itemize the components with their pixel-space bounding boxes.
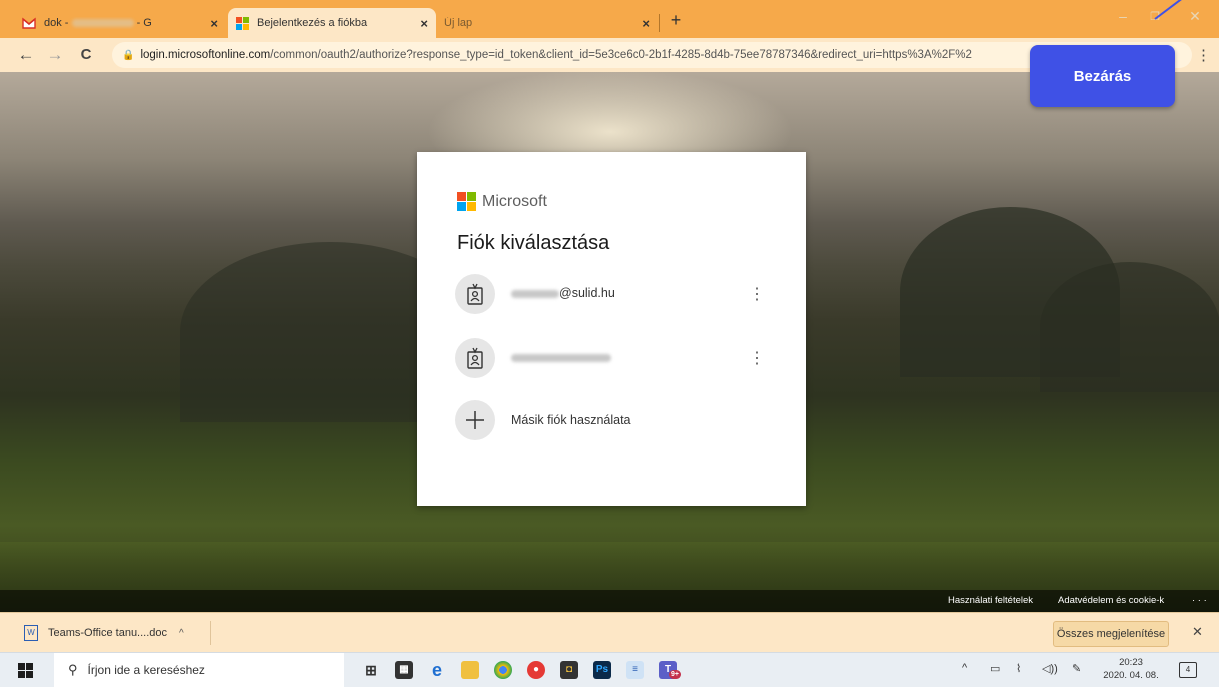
hill-right — [1040, 262, 1219, 392]
show-all-button[interactable]: Összes megjelenítése — [1053, 621, 1169, 647]
tab-divider — [659, 14, 660, 32]
tray-chevron-icon[interactable]: ^ — [962, 662, 967, 674]
task-view-icon[interactable]: ⊞ — [362, 661, 380, 679]
tab-title: Új lap — [444, 17, 473, 29]
store-icon[interactable]: ▦ — [395, 661, 413, 679]
brand-name: Microsoft — [482, 192, 547, 210]
plus-icon — [455, 400, 495, 440]
network-icon[interactable]: ⌇ — [1016, 662, 1021, 675]
badge-person-icon — [455, 274, 495, 314]
pen-icon[interactable]: ✎ — [1072, 662, 1081, 675]
app-icon[interactable]: ◘ — [560, 661, 578, 679]
account-option[interactable]: ⋮ — [455, 338, 775, 384]
minimize-button[interactable]: – — [1108, 8, 1138, 24]
browser-tab-bar: dok - - G × Bejelentkezés a fiókba × Új … — [0, 0, 1219, 38]
download-item[interactable]: W Teams-Office tanu....doc ^ — [10, 621, 211, 645]
microsoft-icon — [236, 16, 249, 30]
notification-icon[interactable]: 4 — [1179, 662, 1197, 678]
chevron-up-icon[interactable]: ^ — [179, 628, 184, 639]
dialog-title: Fiók kiválasztása — [457, 232, 610, 254]
download-bar-close-button[interactable]: ✕ — [1192, 624, 1203, 640]
edge-icon[interactable]: e — [428, 661, 446, 679]
teams-icon[interactable]: T 9+ — [659, 661, 681, 679]
tab-microsoft-login[interactable]: Bejelentkezés a fiókba × — [228, 8, 436, 38]
tab-gmail[interactable]: dok - - G × — [14, 8, 226, 38]
screen-recorder-icon[interactable]: ● — [527, 661, 545, 679]
new-tab-button[interactable]: + — [666, 10, 686, 31]
tab-new[interactable]: Új lap × — [436, 8, 658, 38]
back-button[interactable]: ← — [16, 45, 36, 65]
clock-date: 2020. 04. 08. — [1103, 670, 1159, 681]
page-footer: Használati feltételek Adatvédelem és coo… — [0, 590, 1219, 612]
account-email — [511, 350, 611, 364]
windows-start-icon[interactable] — [18, 663, 34, 679]
search-placeholder: Írjon ide a kereséshez — [87, 663, 205, 677]
browser-menu-button[interactable]: ⋮ — [1196, 46, 1211, 64]
more-options-button[interactable]: · · · — [1192, 595, 1207, 606]
lock-icon: 🔒 — [122, 49, 135, 61]
account-email: @sulid.hu — [511, 286, 615, 300]
badge-person-icon — [455, 338, 495, 378]
reload-button[interactable]: C — [76, 46, 96, 63]
url-domain: login.microsoftonline.com — [140, 49, 271, 61]
close-hint-callout: Bezárás — [1030, 45, 1175, 107]
blurred-email — [71, 19, 134, 28]
gmail-icon — [22, 17, 36, 29]
tab-close-button[interactable]: × — [642, 16, 650, 31]
account-options-button[interactable]: ⋮ — [749, 348, 765, 368]
url-path: /common/oauth2/authorize?response_type=i… — [270, 49, 972, 61]
privacy-link[interactable]: Adatvédelem és cookie-k — [1058, 595, 1164, 606]
download-filename: Teams-Office tanu....doc — [48, 627, 168, 639]
account-option[interactable]: @sulid.hu ⋮ — [455, 274, 775, 320]
blurred-username — [511, 289, 559, 298]
taskbar-clock[interactable]: 20:23 2020. 04. 08. — [1102, 656, 1160, 682]
window-close-button[interactable]: ✕ — [1180, 8, 1210, 25]
chrome-icon[interactable] — [494, 661, 512, 679]
taskbar-search[interactable]: ⚲ Írjon ide a kereséshez — [54, 653, 344, 687]
tab-close-button[interactable]: × — [210, 16, 218, 31]
account-picker-dialog: Microsoft Fiók kiválasztása @sulid.hu ⋮ … — [417, 152, 806, 506]
teams-badge: 9+ — [669, 670, 681, 679]
document-icon: W — [24, 625, 38, 641]
windows-taskbar: ⚲ Írjon ide a kereséshez ⊞ ▦ e ● ◘ Ps ≡ … — [0, 652, 1219, 687]
tab-title: dok - - G — [44, 17, 152, 29]
tab-title: Bejelentkezés a fiókba — [257, 17, 368, 29]
microsoft-icon — [457, 192, 476, 211]
microsoft-logo: Microsoft — [457, 192, 547, 211]
search-icon: ⚲ — [68, 662, 78, 677]
file-explorer-icon[interactable] — [461, 661, 479, 679]
download-bar: W Teams-Office tanu....doc ^ Összes megj… — [0, 612, 1219, 653]
battery-icon[interactable]: ▭ — [990, 662, 1000, 675]
volume-icon[interactable]: ◁)) — [1042, 662, 1058, 675]
use-another-account-label: Másik fiók használata — [511, 413, 631, 427]
blurred-email — [511, 353, 611, 362]
account-options-button[interactable]: ⋮ — [749, 284, 765, 304]
tab-close-button[interactable]: × — [420, 16, 428, 31]
terms-link[interactable]: Használati feltételek — [948, 595, 1033, 606]
photoshop-icon[interactable]: Ps — [593, 661, 611, 679]
forward-button[interactable]: → — [45, 45, 65, 65]
use-another-account[interactable]: Másik fiók használata — [455, 400, 775, 446]
clock-time: 20:23 — [1119, 657, 1143, 668]
notepad-icon[interactable]: ≡ — [626, 661, 644, 679]
